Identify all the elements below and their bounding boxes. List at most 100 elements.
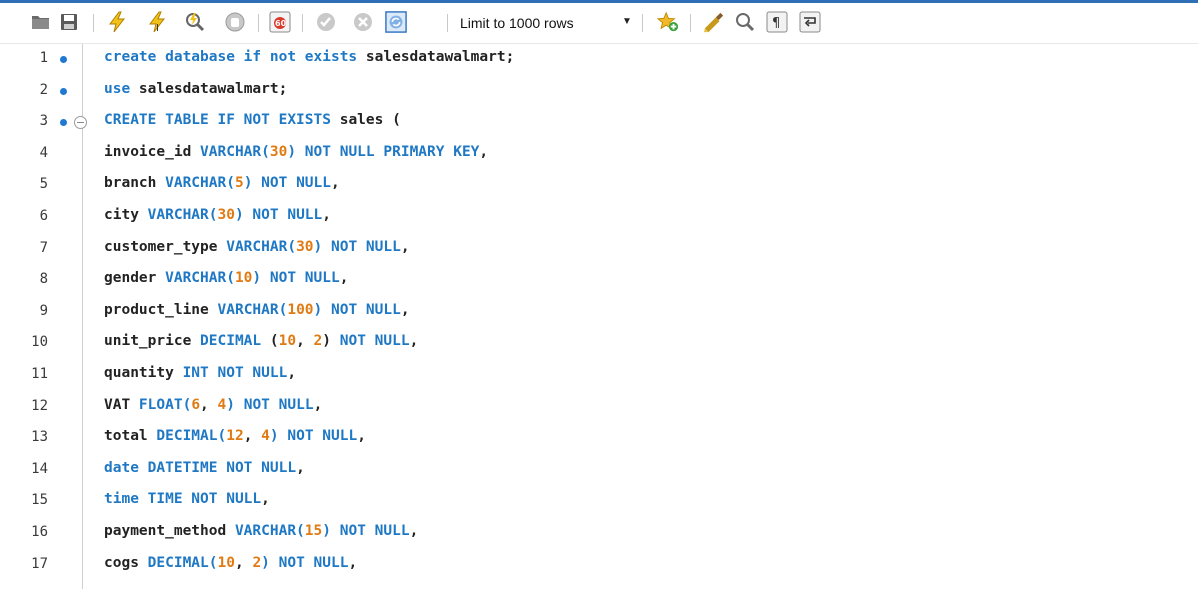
code-line[interactable]: 14 date DATETIME NOT NULL, xyxy=(0,455,1198,487)
identifier-token: , xyxy=(357,428,366,445)
code-line[interactable]: 15 time TIME NOT NULL, xyxy=(0,486,1198,518)
code-text: gender VARCHAR(10) NOT NULL, xyxy=(104,270,348,286)
code-line[interactable]: 17 cogs DECIMAL(10, 2) NOT NULL, xyxy=(0,550,1198,582)
keyword-token: NOT NULL xyxy=(243,207,323,223)
line-number: 14 xyxy=(31,460,48,477)
identifier-token: ( xyxy=(261,333,279,350)
line-number: 5 xyxy=(39,176,48,193)
keyword-token: VARCHAR( xyxy=(226,238,297,255)
identifier-token: , xyxy=(400,301,410,318)
code-line[interactable]: 3 CREATE TABLE IF NOT EXISTS sales ( xyxy=(0,107,1198,139)
invisible-chars-icon[interactable]: ¶ xyxy=(766,11,788,33)
beautify-icon[interactable] xyxy=(703,11,725,33)
identifier-token: gender xyxy=(104,270,166,287)
number-token: 5 xyxy=(234,175,244,192)
code-line[interactable]: 11 quantity INT NOT NULL, xyxy=(0,360,1198,392)
open-folder-icon[interactable] xyxy=(30,11,52,33)
identifier-token: product_line xyxy=(104,301,218,318)
number-token: 4 xyxy=(217,396,227,413)
save-icon[interactable] xyxy=(58,11,80,33)
code-line[interactable]: 7 customer_type VARCHAR(30) NOT NULL, xyxy=(0,234,1198,266)
keyword-token: NOT NULL xyxy=(252,175,331,192)
toolbar-separator xyxy=(302,14,303,32)
limit-rows-select[interactable]: Limit to 1000 rows ▼ xyxy=(455,12,633,34)
execute-icon[interactable] xyxy=(106,11,128,33)
code-text: quantity INT NOT NULL, xyxy=(104,365,296,381)
identifier-token: unit_price xyxy=(104,333,201,350)
code-line[interactable]: 8 gender VARCHAR(10) NOT NULL, xyxy=(0,265,1198,297)
keyword-token: VARCHAR( xyxy=(165,270,235,287)
identifier-token: , xyxy=(479,143,489,160)
limit-rows-label: Limit to 1000 rows xyxy=(460,15,574,31)
keyword-token: NOT NULL xyxy=(234,396,314,413)
autocommit-icon[interactable] xyxy=(385,11,407,33)
keyword-token: ) xyxy=(252,270,262,287)
keyword-token: NOT NULL xyxy=(331,333,410,350)
find-icon[interactable] xyxy=(734,11,756,33)
line-number: 9 xyxy=(39,302,48,319)
code-text: product_line VARCHAR(100) NOT NULL, xyxy=(104,302,410,318)
number-token: 4 xyxy=(261,428,270,445)
code-line[interactable]: 1 create database if not exists salesdata… xyxy=(0,44,1198,76)
stop-icon[interactable] xyxy=(224,11,246,33)
keyword-token: DECIMAL( xyxy=(156,428,227,445)
code-text: cogs DECIMAL(10, 2) NOT NULL, xyxy=(104,555,357,571)
sql-editor[interactable]: 1 create database if not exists salesdata… xyxy=(0,44,1198,589)
identifier-token: , xyxy=(331,175,340,192)
commit-icon[interactable] xyxy=(315,11,337,33)
code-line[interactable]: 4 invoice_id VARCHAR(30) NOT NULL PRIMARY… xyxy=(0,139,1198,171)
line-number: 1 xyxy=(39,50,48,66)
code-text: date DATETIME NOT NULL, xyxy=(104,460,305,476)
identifier-token: customer_type xyxy=(104,238,227,255)
number-token: 30 xyxy=(269,143,288,160)
code-text: create database if not exists salesdataw… xyxy=(104,49,514,65)
number-token: 2 xyxy=(252,554,262,571)
number-token: 30 xyxy=(217,207,235,223)
keyword-token: NOT NULL PRIMARY KEY xyxy=(296,143,480,160)
code-line[interactable]: 12 VAT FLOAT(6, 4) NOT NULL, xyxy=(0,392,1198,424)
sql-editor-toolbar: I 60 Limit to 1000 rows ▼ ¶ xyxy=(0,3,1198,44)
explain-icon[interactable] xyxy=(184,11,206,33)
identifier-token: , xyxy=(339,270,349,287)
identifier-token: , xyxy=(296,333,314,350)
execute-current-icon[interactable]: I xyxy=(146,11,168,33)
toolbar-separator xyxy=(690,14,691,32)
number-token: 6 xyxy=(191,396,201,413)
keyword-token: VARCHAR( xyxy=(234,523,305,539)
code-line[interactable]: 9 product_line VARCHAR(100) NOT NULL, xyxy=(0,297,1198,329)
svg-text:I: I xyxy=(156,23,159,33)
code-line[interactable]: 5 branch VARCHAR(5) NOT NULL, xyxy=(0,170,1198,202)
toolbar-separator xyxy=(258,14,259,32)
keyword-token: INT NOT NULL xyxy=(182,365,288,381)
wrap-lines-icon[interactable] xyxy=(799,11,821,33)
number-token: 10 xyxy=(278,333,297,350)
code-text: VAT FLOAT(6, 4) NOT NULL, xyxy=(104,397,322,413)
statement-marker-icon xyxy=(60,87,67,95)
code-line[interactable]: 16 payment_method VARCHAR(15) NOT NULL, xyxy=(0,518,1198,550)
identifier-token: , xyxy=(261,491,270,508)
fold-toggle-icon[interactable] xyxy=(74,116,87,130)
keyword-token: NOT NULL xyxy=(322,238,401,255)
line-number: 7 xyxy=(39,239,48,256)
rollback-icon[interactable] xyxy=(352,11,374,33)
keyword-token: VARCHAR( xyxy=(147,207,218,223)
keyword-token: use xyxy=(104,80,131,97)
add-snippet-icon[interactable] xyxy=(657,11,679,33)
keyword-token: NOT NULL xyxy=(261,270,340,287)
identifier-token: VAT xyxy=(104,396,139,413)
code-line[interactable]: 10 unit_price DECIMAL (10, 2) NOT NULL, xyxy=(0,328,1198,360)
keyword-token: NOT NULL xyxy=(269,554,349,571)
line-number: 8 xyxy=(39,271,48,288)
keyword-token: NOT NULL xyxy=(331,523,410,539)
code-line[interactable]: 2 use salesdatawalmart; xyxy=(0,76,1198,108)
code-text: customer_type VARCHAR(30) NOT NULL, xyxy=(104,239,410,255)
svg-text:¶: ¶ xyxy=(772,16,780,31)
line-number: 15 xyxy=(31,492,48,509)
toolbar-separator xyxy=(642,14,643,32)
line-number: 17 xyxy=(31,555,48,572)
identifier-token: invoice_id xyxy=(104,143,201,160)
code-text: use salesdatawalmart; xyxy=(104,81,287,97)
toggle-continue-on-error-icon[interactable]: 60 xyxy=(269,11,291,33)
code-line[interactable]: 6 city VARCHAR(30) NOT NULL, xyxy=(0,202,1198,234)
code-line[interactable]: 13 total DECIMAL(12, 4) NOT NULL, xyxy=(0,423,1198,455)
